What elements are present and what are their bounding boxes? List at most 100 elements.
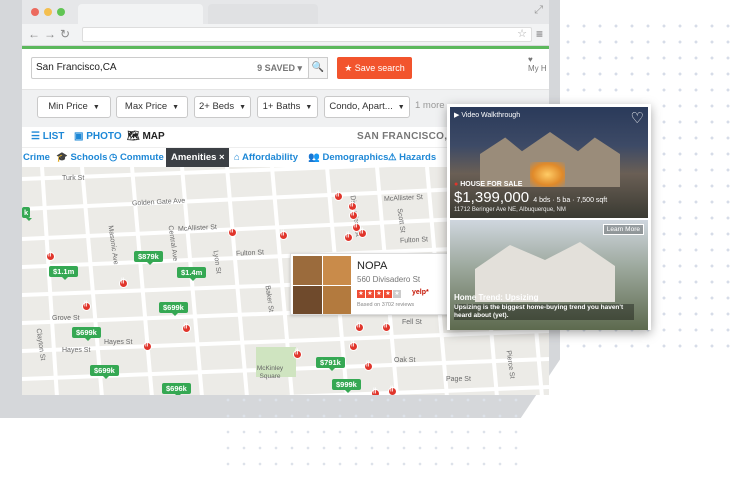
demographics-layer-tab[interactable]: 👥 Demographics: [308, 152, 388, 163]
favorite-heart-icon[interactable]: ♡: [631, 109, 644, 127]
search-input[interactable]: San Francisco,CA 9 SAVED ▾: [31, 57, 309, 79]
price-marker[interactable]: $999k: [332, 379, 361, 393]
url-bar[interactable]: ☆: [82, 27, 532, 42]
amenities-layer-tab[interactable]: Amenities ×: [166, 148, 229, 168]
listing-card[interactable]: ▶ Video Walkthrough ♡ HOUSE FOR SALE $1,…: [450, 107, 648, 218]
chevron-down-icon: ▼: [92, 104, 100, 111]
price-marker[interactable]: $1.4m: [177, 267, 207, 281]
star-icon: ★: [357, 290, 365, 298]
restaurant-pin[interactable]: [388, 386, 397, 395]
restaurant-pin[interactable]: [182, 323, 191, 333]
star-icon[interactable]: ☆: [517, 27, 527, 40]
road-label: Hayes St: [104, 339, 133, 346]
minimize-dot[interactable]: [44, 8, 52, 16]
beds-filter[interactable]: 2+ Beds ▼: [194, 96, 251, 118]
my-home-link[interactable]: ♥ My H: [528, 55, 547, 73]
affordability-layer-tab[interactable]: ⌂ Affordability: [234, 152, 298, 163]
resize-icon[interactable]: ⤢: [534, 4, 543, 17]
price-marker[interactable]: $791k: [316, 357, 345, 371]
forward-icon[interactable]: →: [44, 27, 56, 41]
restaurant-pin[interactable]: [228, 227, 237, 237]
house-light: [530, 162, 565, 187]
title-bar: ⤢: [22, 0, 549, 24]
browser-tab[interactable]: [78, 4, 203, 24]
list-view-tab[interactable]: ☰ LIST: [31, 131, 64, 142]
restaurant-pin[interactable]: [349, 210, 358, 220]
restaurant-pin[interactable]: [293, 349, 302, 359]
more-filters[interactable]: 1 more: [415, 100, 445, 111]
schools-layer-tab[interactable]: 🎓 Schools: [56, 152, 107, 163]
heart-icon: ♥: [528, 55, 533, 64]
max-price-filter[interactable]: Max Price ▼: [116, 96, 188, 118]
road-label: Grove St: [52, 315, 80, 322]
browser-toolbar: ← → ↻ ☆ ≡: [22, 24, 549, 46]
price-marker[interactable]: k: [22, 207, 32, 221]
browser-tab-2[interactable]: [208, 4, 318, 24]
saved-count[interactable]: 9 SAVED ▾: [257, 58, 302, 78]
restaurant-pin[interactable]: [349, 341, 358, 351]
price-marker[interactable]: $1.1m: [49, 266, 79, 280]
affordability-label: Affordability: [242, 152, 298, 163]
price-marker[interactable]: $699k: [159, 302, 188, 316]
menu-icon[interactable]: ≡: [536, 27, 543, 41]
restaurant-pin[interactable]: [371, 388, 380, 395]
map-view-tab[interactable]: 🗺 MAP: [127, 131, 165, 142]
photo-view-tab[interactable]: ▣ PHOTO: [74, 131, 122, 142]
trend-text: Upsizing is the biggest home-buying tren…: [454, 304, 634, 320]
save-search-button[interactable]: ★ Save search: [337, 57, 412, 79]
close-dot[interactable]: [31, 8, 39, 16]
schools-label: Schools: [70, 152, 108, 163]
price-marker[interactable]: $879k: [134, 251, 163, 265]
restaurant-pin[interactable]: [382, 322, 391, 332]
min-price-filter[interactable]: Min Price ▼: [37, 96, 111, 118]
filter-label: 1+ Baths: [262, 101, 301, 112]
price-marker[interactable]: $699k: [90, 365, 119, 379]
restaurant-pin[interactable]: [279, 230, 288, 240]
restaurant-pin[interactable]: [364, 361, 373, 371]
video-walkthrough-label[interactable]: ▶ Video Walkthrough: [454, 111, 520, 119]
dot-pattern-bottom: [220, 392, 520, 472]
hazards-layer-tab[interactable]: ⚠ Hazards: [388, 152, 436, 163]
search-icon: 🔍: [311, 62, 325, 73]
reload-icon[interactable]: ↻: [60, 27, 70, 41]
restaurant-pin[interactable]: [344, 232, 353, 242]
price-marker[interactable]: $696k: [162, 383, 191, 395]
trend-title: Home Trend: Upsizing: [454, 293, 539, 302]
amenity-popup[interactable]: NOPA 560 Divisadero St ★ ★ ★ ★ ★ yelp* B…: [290, 253, 450, 315]
star-icon: ★: [393, 290, 401, 298]
restaurant-pin[interactable]: [334, 191, 343, 201]
chevron-down-icon: ▼: [239, 104, 247, 111]
chevron-down-icon: ▼: [397, 104, 405, 111]
restaurant-pin[interactable]: [358, 228, 367, 238]
baths-filter[interactable]: 1+ Baths ▼: [257, 96, 318, 118]
photo-thumb: [293, 285, 322, 314]
price-marker[interactable]: $699k: [72, 327, 101, 341]
restaurant-pin[interactable]: [119, 278, 128, 288]
review-count: Based on 3702 reviews: [357, 302, 415, 308]
stage: ⤢ ← → ↻ ☆ ≡ San Francisco,CA 9 SAVED ▾ 🔍…: [0, 0, 735, 480]
restaurant-name: NOPA: [357, 260, 388, 272]
listing-address: 11712 Beringer Ave NE, Albuquerque, NM: [454, 207, 566, 213]
commute-layer-tab[interactable]: ◷ Commute: [109, 152, 164, 163]
restaurant-pin[interactable]: [355, 322, 364, 332]
trend-card[interactable]: Learn More Home Trend: Upsizing Upsizing…: [450, 220, 648, 330]
listing-status: HOUSE FOR SALE: [454, 181, 522, 188]
overlay-cards: ▶ Video Walkthrough ♡ HOUSE FOR SALE $1,…: [447, 104, 651, 330]
road-label: Oak St: [394, 357, 416, 364]
search-button[interactable]: 🔍: [308, 57, 328, 79]
restaurant-pin[interactable]: [46, 251, 55, 261]
road-label: Fell St: [402, 319, 422, 326]
back-icon[interactable]: ←: [28, 27, 40, 41]
restaurant-pin[interactable]: [82, 301, 91, 311]
listing-price-row: $1,399,000 4 bds · 5 ba · 7,500 sqft: [454, 189, 607, 206]
property-type-filter[interactable]: Condo, Apart... ▼: [324, 96, 410, 118]
filter-label: Min Price: [48, 101, 88, 112]
maximize-dot[interactable]: [57, 8, 65, 16]
crime-layer-tab[interactable]: Crime: [23, 152, 50, 163]
listing-specs: 4 bds · 5 ba · 7,500 sqft: [533, 197, 608, 204]
learn-more-button[interactable]: Learn More: [602, 224, 644, 235]
chevron-down-icon: ▼: [305, 104, 313, 111]
road-label: Fulton St: [235, 249, 265, 258]
restaurant-pin[interactable]: [143, 341, 152, 351]
star-rating: ★ ★ ★ ★ ★: [357, 290, 401, 298]
